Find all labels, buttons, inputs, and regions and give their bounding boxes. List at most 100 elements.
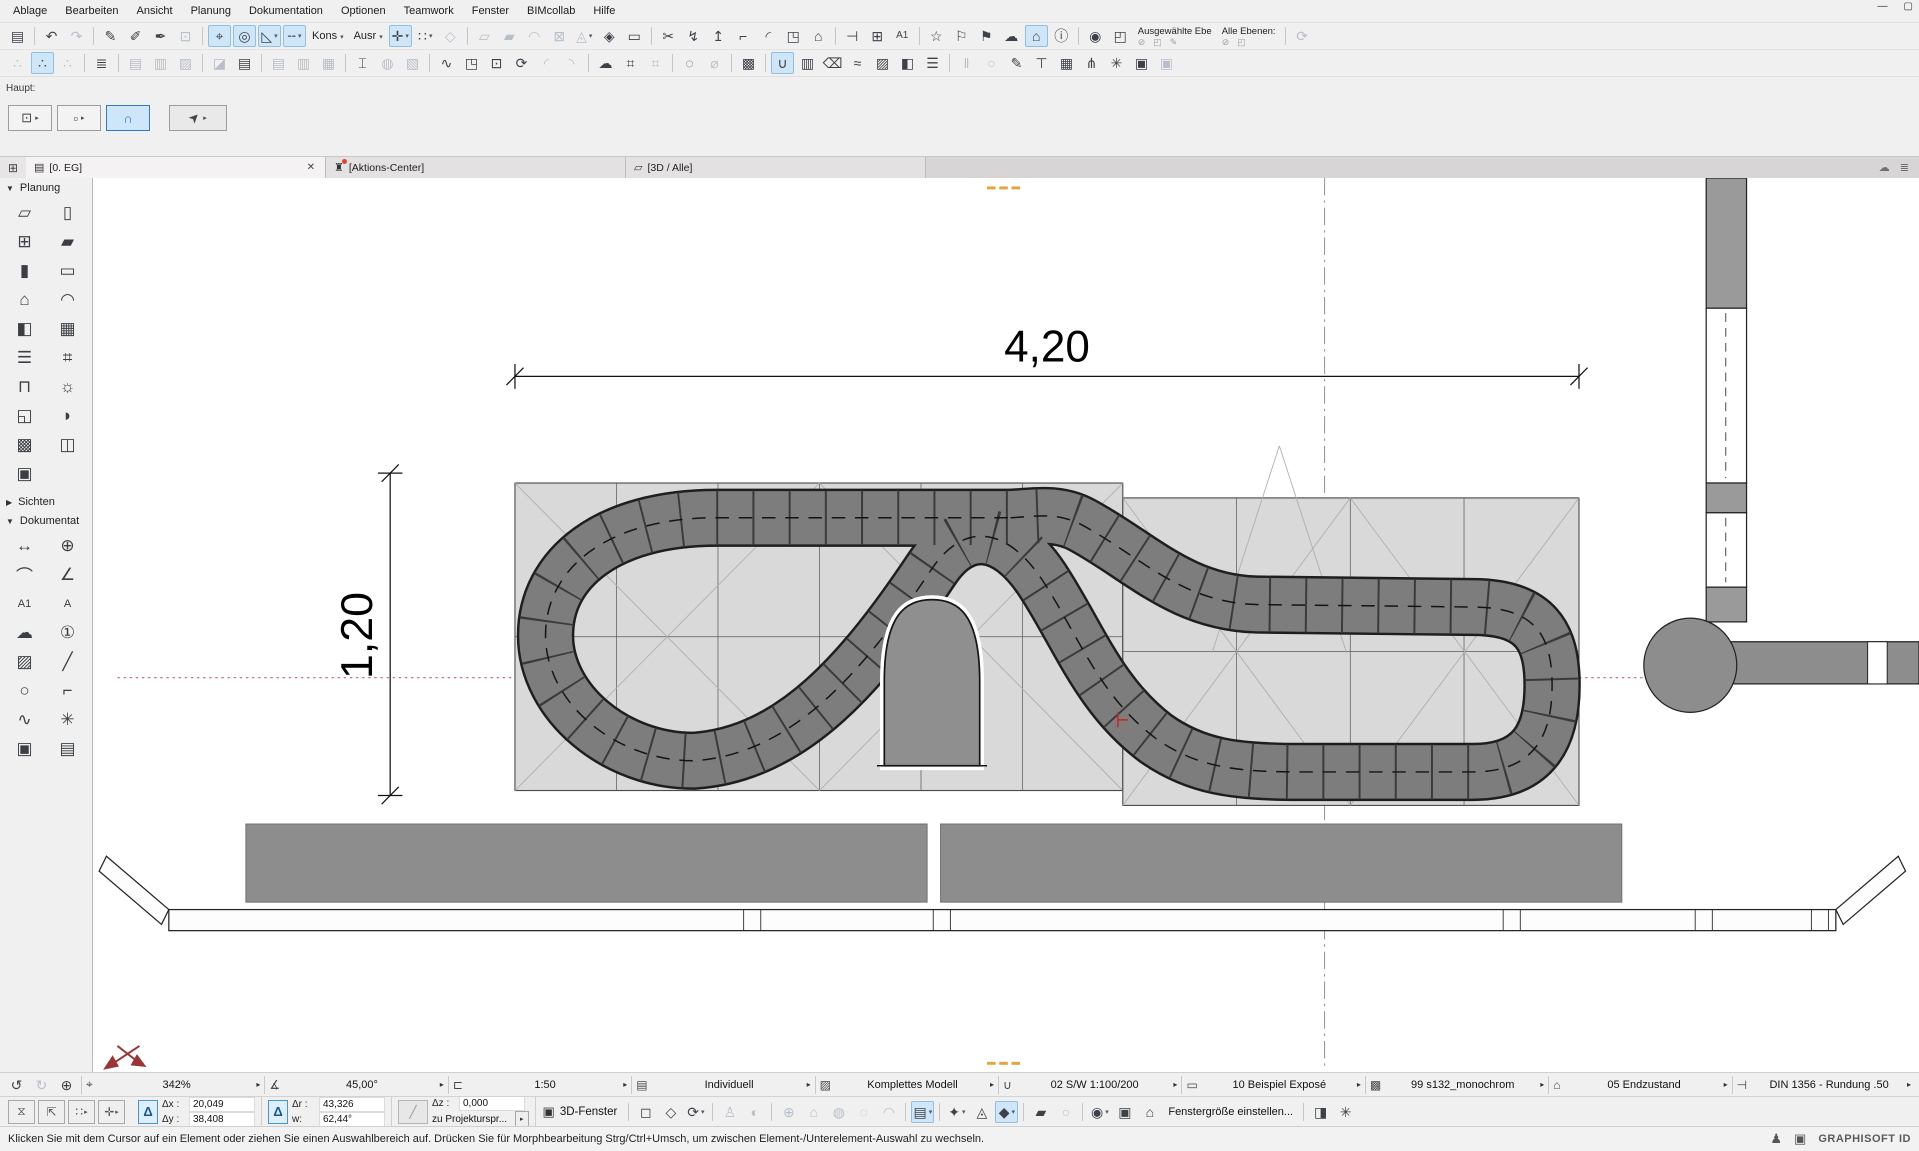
- all-layers-group-mini-icon-0[interactable]: ⊘: [1222, 37, 1230, 47]
- graphisoft-id-label[interactable]: GRAPHISOFT ID: [1818, 1133, 1911, 1145]
- lamp-tool[interactable]: ☼: [49, 372, 87, 401]
- cutting-planes[interactable]: ◆▾: [995, 1101, 1018, 1123]
- menu-optionen[interactable]: Optionen: [332, 1, 395, 21]
- marker-tool[interactable]: ①: [49, 618, 87, 647]
- dimension-standard-expand-icon[interactable]: ▸: [1907, 1080, 1911, 1089]
- scale-segment[interactable]: ⊏1:50▸: [448, 1076, 631, 1094]
- view-back[interactable]: ↺: [5, 1074, 28, 1096]
- clip-a[interactable]: ⌗: [619, 52, 642, 74]
- all-layers-group-mini-icon-1[interactable]: ◰: [1237, 37, 1246, 47]
- criteria-sets[interactable]: ⚑: [975, 25, 998, 47]
- surface-pen[interactable]: ∪: [771, 52, 794, 74]
- zone-tool[interactable]: ◱: [6, 401, 44, 430]
- door-tool[interactable]: ▯: [49, 198, 87, 227]
- layer-combination-segment[interactable]: ▤Individuell▸: [631, 1076, 814, 1094]
- box-3d[interactable]: ◧: [896, 52, 919, 74]
- roof-tool[interactable]: ⌂: [6, 285, 44, 314]
- tab-floorplan-eg[interactable]: ▤[0. EG]✕: [26, 157, 326, 178]
- orbit[interactable]: ⟳▾: [684, 1101, 707, 1123]
- menu-fenster[interactable]: Fenster: [463, 1, 518, 21]
- structure-display-expand-icon[interactable]: ▸: [990, 1080, 994, 1089]
- table-grid[interactable]: ▦: [1055, 52, 1078, 74]
- scale-expand-icon[interactable]: ▸: [623, 1080, 627, 1089]
- paint-brush[interactable]: ✎: [1005, 52, 1028, 74]
- tracker-toggle[interactable]: ⧖: [8, 1100, 35, 1124]
- model-view-options-expand-icon[interactable]: ▸: [1357, 1080, 1361, 1089]
- license[interactable]: ▣: [1794, 1131, 1806, 1147]
- gravity[interactable]: ⌖: [208, 25, 231, 47]
- user-account[interactable]: ♟: [1770, 1131, 1782, 1147]
- dimension-horizontal[interactable]: 4,20: [506, 322, 1587, 389]
- zone-stamp-tool[interactable]: ▣: [6, 459, 44, 488]
- window-size-label[interactable]: Fenstergröße einstellen...: [1162, 1106, 1299, 1118]
- zoom-level-expand-icon[interactable]: ▸: [256, 1080, 260, 1089]
- line-weight[interactable]: ☰: [921, 52, 944, 74]
- circle-snap[interactable]: ◎: [233, 25, 256, 47]
- zigzag-line[interactable]: ≈: [846, 52, 869, 74]
- set-square[interactable]: ◺▾: [258, 25, 281, 47]
- resize[interactable]: ◳: [782, 25, 805, 47]
- dr-value[interactable]: 43,326: [319, 1097, 385, 1112]
- hatch-brush[interactable]: ▨: [871, 52, 894, 74]
- hatch-tool[interactable]: ▨: [6, 647, 44, 676]
- pen-set-expand-icon[interactable]: ▸: [1173, 1080, 1177, 1089]
- story-settings[interactable]: ▤: [233, 52, 256, 74]
- text-tool[interactable]: A: [49, 589, 87, 618]
- wall-reference[interactable]: ⊞: [866, 25, 889, 47]
- menu-bearbeiten[interactable]: Bearbeiten: [56, 1, 127, 21]
- columns-view[interactable]: ▥: [796, 52, 819, 74]
- element-info[interactable]: ⓘ: [1050, 25, 1073, 47]
- lock-elements[interactable]: ◰: [1109, 25, 1132, 47]
- new-scene[interactable]: ✳: [1334, 1101, 1357, 1123]
- dz-value[interactable]: 0,000: [459, 1096, 525, 1111]
- orientation-expand-icon[interactable]: ▸: [440, 1080, 444, 1089]
- graph-edit[interactable]: ∴: [31, 52, 54, 74]
- railing-tool[interactable]: ⌗: [49, 343, 87, 372]
- selected-layers-group-mini-icon-1[interactable]: ◰: [1153, 37, 1162, 47]
- tab-list[interactable]: ≣: [1900, 161, 1909, 174]
- drawing-tool[interactable]: ▤: [49, 734, 87, 763]
- slash-button[interactable]: ╱: [398, 1100, 428, 1124]
- fillet[interactable]: ◜: [757, 25, 780, 47]
- user-origin[interactable]: ✛▸: [98, 1100, 125, 1124]
- dimension-standard-segment[interactable]: ⊣DIN 1356 - Rundung .50▸: [1732, 1076, 1915, 1094]
- hotspot-burst[interactable]: ✳: [1105, 52, 1128, 74]
- spline-tool[interactable]: ∿: [6, 705, 44, 734]
- menu-ansicht[interactable]: Ansicht: [127, 1, 181, 21]
- maximize-button[interactable]: ▢: [1904, 1, 1913, 12]
- hotspot-tool[interactable]: ✳: [49, 705, 87, 734]
- structure-display-segment[interactable]: ▨Komplettes Modell▸: [815, 1076, 998, 1094]
- figure-tool[interactable]: ▣: [6, 734, 44, 763]
- spline-edit[interactable]: ∿: [435, 52, 458, 74]
- view-perspective[interactable]: ◻: [634, 1101, 657, 1123]
- arch-door[interactable]: [877, 600, 987, 766]
- zoom-level-segment[interactable]: ⌖342%▸: [81, 1076, 264, 1094]
- radial-dimension-tool[interactable]: ⌒: [6, 560, 44, 589]
- move-box[interactable]: ◳: [460, 52, 483, 74]
- camera[interactable]: ◉▾: [1088, 1101, 1111, 1123]
- w-value[interactable]: 62,44°: [319, 1112, 385, 1127]
- split[interactable]: ✂: [657, 25, 680, 47]
- dx-value[interactable]: 20,049: [189, 1097, 255, 1112]
- dimension-favorite[interactable]: A1: [891, 25, 914, 47]
- renovation-filter-expand-icon[interactable]: ▸: [1724, 1080, 1728, 1089]
- trace-reference[interactable]: ▩: [737, 52, 760, 74]
- flag[interactable]: ⚐: [950, 25, 973, 47]
- snap-grid[interactable]: ∷▾: [414, 25, 437, 47]
- menu-dokumentation[interactable]: Dokumentation: [240, 1, 332, 21]
- quad-view-button[interactable]: ⊞: [0, 157, 26, 178]
- filter-3d[interactable]: ◬: [970, 1101, 993, 1123]
- parameter-inject[interactable]: ✐: [124, 25, 147, 47]
- align-elements[interactable]: ↥: [707, 25, 730, 47]
- tab-3d-alle[interactable]: ▱[3D / Alle]: [626, 157, 926, 178]
- renovation-filter-segment[interactable]: ⌂05 Endzustand▸: [1548, 1076, 1731, 1094]
- graphic-override-expand-icon[interactable]: ▸: [1540, 1080, 1544, 1089]
- copy-sheet[interactable]: ▣: [1130, 52, 1153, 74]
- section-planung-header[interactable]: ▼Planung: [0, 178, 92, 197]
- level-dimension-tool[interactable]: ⊕: [49, 531, 87, 560]
- project-origin-expand[interactable]: ▸: [515, 1111, 529, 1127]
- beam-tool[interactable]: ▭: [49, 256, 87, 285]
- favorite-settings[interactable]: ✒: [149, 25, 172, 47]
- opening-tool[interactable]: ◫: [49, 430, 87, 459]
- morph-edit[interactable]: ◈: [598, 25, 621, 47]
